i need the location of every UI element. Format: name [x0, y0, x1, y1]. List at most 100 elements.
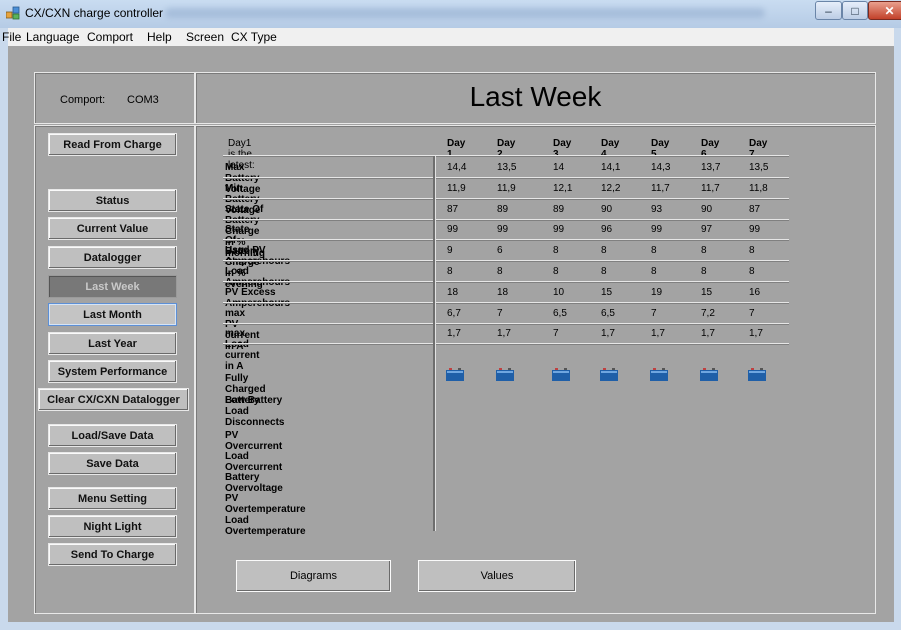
- table-cell: 1,7: [601, 328, 615, 340]
- load-overcurrent-label: Load Overcurrent: [225, 451, 283, 473]
- table-cell: 15: [701, 286, 713, 298]
- table-cell: 99: [447, 224, 459, 236]
- send-to-charge-button[interactable]: Send To Charge: [48, 543, 177, 566]
- menu-language[interactable]: Language: [26, 30, 79, 44]
- menu-comport[interactable]: Comport: [87, 30, 133, 44]
- read-from-charge-button[interactable]: Read From Charge: [48, 133, 177, 156]
- app-icon: [6, 6, 20, 20]
- clear-datalogger-button[interactable]: Clear CX/CXN Datalogger: [38, 388, 189, 411]
- table-cell: 8: [701, 266, 707, 277]
- close-icon: ✕: [884, 3, 895, 18]
- table-cell: 87: [447, 203, 459, 215]
- table-cell: 12,1: [553, 182, 573, 194]
- table-cell: 11,7: [701, 182, 720, 194]
- pv-overtemperature-label: PV Overtemperature: [225, 493, 306, 515]
- comport-value: COM3: [127, 94, 159, 106]
- table-cell: 6,5: [601, 307, 615, 319]
- maximize-button[interactable]: □: [842, 1, 868, 20]
- table-cell: 11,9: [497, 182, 516, 194]
- close-button[interactable]: ✕: [868, 1, 901, 20]
- column-divider: [433, 156, 436, 531]
- load-save-data-button[interactable]: Load/Save Data: [48, 424, 177, 447]
- menu-file[interactable]: File: [2, 30, 21, 44]
- minimize-button[interactable]: –: [815, 1, 842, 20]
- menu-cx-type[interactable]: CX Type: [231, 30, 277, 44]
- menu-bar: File Language Comport Help Screen CX Typ…: [2, 28, 894, 46]
- battery-icon: [748, 368, 766, 381]
- table-cell: 19: [651, 286, 663, 298]
- title-bar[interactable]: CX/CXN charge controller – □ ✕: [0, 0, 901, 28]
- last-month-button[interactable]: Last Month: [48, 303, 177, 326]
- menu-screen[interactable]: Screen: [186, 30, 224, 44]
- battery-icon: [700, 368, 718, 381]
- battery-icon: [600, 368, 618, 381]
- last-week-button[interactable]: Last Week: [48, 275, 177, 298]
- row-divider: [223, 322, 789, 325]
- row-divider: [223, 197, 789, 200]
- battery-icon: [496, 368, 514, 381]
- row-divider: [223, 218, 789, 221]
- table-cell: 15: [601, 286, 613, 298]
- table-cell: 13,5: [497, 162, 517, 173]
- table-cell: 1,7: [651, 328, 665, 340]
- table-cell: 16: [749, 286, 761, 298]
- table-cell: 8: [749, 245, 755, 257]
- table-cell: 13,7: [701, 162, 721, 173]
- row-divider: [223, 177, 789, 179]
- table-cell: 8: [447, 266, 453, 277]
- table-cell: 87: [749, 203, 761, 215]
- load-overtemperature-label: Load Overtemperature: [225, 515, 306, 537]
- table-cell: 8: [553, 266, 559, 277]
- table-cell: 99: [749, 224, 761, 236]
- table-cell: 7,2: [701, 307, 715, 319]
- table-cell: 11,9: [447, 182, 466, 194]
- table-cell: 1,7: [701, 328, 715, 340]
- datalogger-button[interactable]: Datalogger: [48, 246, 177, 269]
- table-cell: 1,7: [447, 328, 461, 340]
- status-button[interactable]: Status: [48, 189, 177, 212]
- sidebar: Read From Charge Status Current Value Da…: [34, 125, 195, 614]
- battery-overvoltage-label: Battery Overvoltage: [225, 472, 283, 494]
- row-label: PV Excess Amperehours: [225, 286, 290, 309]
- save-data-button[interactable]: Save Data: [48, 452, 177, 475]
- row-divider: [223, 343, 789, 346]
- table-cell: 8: [749, 266, 755, 277]
- system-performance-button[interactable]: System Performance: [48, 360, 177, 383]
- table-cell: 89: [553, 203, 565, 215]
- table-cell: 11,7: [651, 182, 670, 194]
- title-panel: Last Week: [195, 72, 876, 124]
- night-light-button[interactable]: Night Light: [48, 515, 177, 538]
- battery-icon: [650, 368, 668, 381]
- page-title: Last Week: [469, 81, 602, 112]
- menu-help[interactable]: Help: [147, 30, 172, 44]
- table-cell: 8: [601, 266, 607, 277]
- table-cell: 6: [497, 245, 503, 257]
- table-cell: 8: [651, 245, 657, 257]
- last-year-button[interactable]: Last Year: [48, 332, 177, 355]
- table-cell: 7: [749, 307, 755, 319]
- last-week-panel: Day1 is the latest: Day 1Day 2Day 3Day 4…: [195, 125, 876, 614]
- table-cell: 12,2: [601, 182, 621, 194]
- battery-icon: [446, 368, 464, 381]
- table-cell: 6,5: [553, 307, 567, 319]
- minimize-icon: –: [825, 3, 832, 18]
- table-cell: 99: [497, 224, 509, 236]
- menu-setting-button[interactable]: Menu Setting: [48, 487, 177, 510]
- current-value-button[interactable]: Current Value: [48, 217, 177, 240]
- row-divider: [223, 301, 789, 304]
- diagrams-button[interactable]: Diagrams: [236, 560, 391, 592]
- table-cell: 8: [497, 266, 503, 277]
- table-cell: 8: [601, 245, 607, 257]
- comport-label: Comport:: [60, 94, 106, 106]
- values-button[interactable]: Values: [418, 560, 576, 592]
- table-cell: 96: [601, 224, 613, 236]
- table-cell: 18: [447, 286, 459, 298]
- header-divider: [223, 155, 789, 157]
- window-title: CX/CXN charge controller: [25, 6, 164, 20]
- maximize-icon: □: [851, 3, 859, 18]
- comport-panel: Comport: COM3: [34, 72, 195, 124]
- table-cell: 10: [553, 286, 565, 298]
- table-cell: 99: [651, 224, 663, 236]
- table-cell: 14,3: [651, 162, 671, 173]
- row-label: Load Amperehours: [225, 266, 290, 288]
